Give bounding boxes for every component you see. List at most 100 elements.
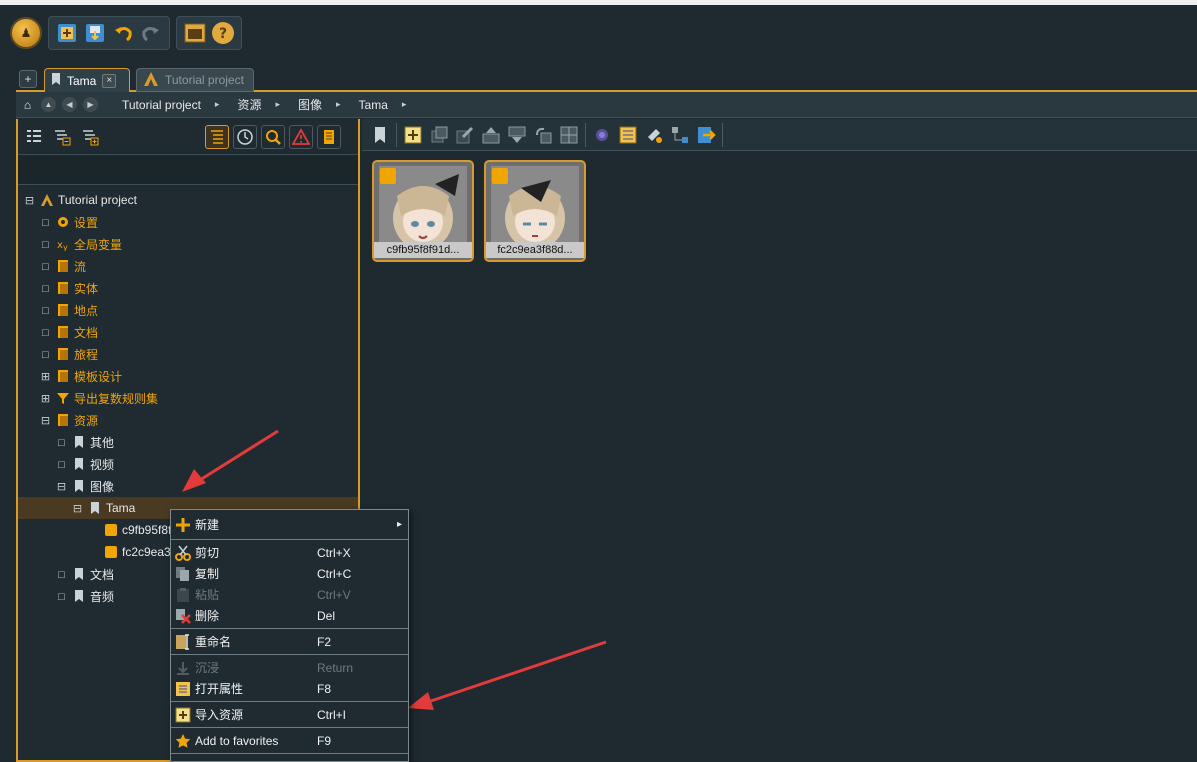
- tree-expander-icon[interactable]: ⊟: [24, 195, 35, 206]
- menu-item-add-to-favorites[interactable]: Add to favorites F9: [171, 730, 408, 751]
- tree-view-icon[interactable]: [205, 124, 229, 149]
- hierarchy-icon[interactable]: [670, 125, 690, 145]
- copy-asset-icon[interactable]: [429, 125, 449, 145]
- annotation-arrow: [182, 429, 279, 492]
- redo-icon[interactable]: [139, 21, 163, 45]
- tab-tutorial-project[interactable]: Tutorial project: [136, 68, 254, 92]
- tree-expander-icon[interactable]: □: [40, 261, 51, 272]
- tree-expander-icon[interactable]: □: [40, 217, 51, 228]
- new-project-icon[interactable]: [55, 21, 79, 45]
- menu-item-cut[interactable]: 剪切 Ctrl+X: [171, 542, 408, 563]
- template-icon: [56, 369, 70, 383]
- tree-expander-icon[interactable]: □: [40, 239, 51, 250]
- tree-expander-icon[interactable]: □: [56, 437, 67, 448]
- menu-shortcut: Ctrl+C: [317, 566, 352, 581]
- asset-thumbnail[interactable]: c9fb95f8f91d...: [372, 160, 474, 262]
- menu-shortcut: Ctrl+X: [317, 545, 351, 560]
- new-asset-icon[interactable]: [403, 125, 423, 145]
- tree-item[interactable]: □ 设置: [18, 211, 358, 233]
- paint-icon[interactable]: [644, 125, 664, 145]
- tree-expander-icon[interactable]: □: [40, 327, 51, 338]
- forward-icon[interactable]: ▶: [83, 97, 98, 112]
- menu-item-label: 剪切: [195, 546, 220, 560]
- save-icon[interactable]: [83, 21, 107, 45]
- menu-item-rename[interactable]: 重命名 F2: [171, 631, 408, 652]
- app-logo-icon[interactable]: ♟: [10, 17, 42, 49]
- tree-expander-icon[interactable]: □: [56, 591, 67, 602]
- breadcrumb-item[interactable]: 图像: [298, 96, 322, 113]
- tree-expander-icon[interactable]: □: [40, 305, 51, 316]
- grid-icon[interactable]: [559, 125, 579, 145]
- tree-expander-icon[interactable]: □: [56, 459, 67, 470]
- tree-expander-icon[interactable]: ⊟: [40, 415, 51, 426]
- move-up-icon[interactable]: [481, 125, 501, 145]
- collapse-all-icon[interactable]: [50, 125, 74, 149]
- breadcrumb-item[interactable]: 资源: [237, 96, 261, 113]
- tree-expander-icon[interactable]: □: [56, 569, 67, 580]
- svg-text:?: ?: [219, 26, 227, 42]
- entity-icon: [56, 281, 70, 295]
- tab-close-button[interactable]: ×: [102, 73, 117, 88]
- breadcrumb-separator[interactable]: ▸: [336, 99, 341, 110]
- navigator-filter-bar[interactable]: [18, 155, 358, 185]
- tree-item[interactable]: □ 实体: [18, 277, 358, 299]
- menu-item-copy[interactable]: 复制 Ctrl+C: [171, 563, 408, 584]
- tree-item[interactable]: □ 文档: [18, 321, 358, 343]
- back-icon[interactable]: ◀: [62, 97, 77, 112]
- tree-expander-icon[interactable]: ⊟: [56, 481, 67, 492]
- breadcrumb-item[interactable]: Tama: [359, 98, 388, 112]
- breadcrumb-separator[interactable]: ▸: [215, 99, 220, 110]
- up-icon[interactable]: ▲: [41, 97, 56, 112]
- tree-expander-icon[interactable]: □: [40, 349, 51, 360]
- tree-item[interactable]: □ x y 全局变量: [18, 233, 358, 255]
- tree-item[interactable]: ⊞ 导出复数规则集: [18, 387, 358, 409]
- tree-item[interactable]: ⊟ Tutorial project: [18, 189, 358, 211]
- import-icon: [175, 707, 191, 723]
- tab-tama[interactable]: Tama ×: [44, 68, 130, 92]
- tree-expander-icon[interactable]: ⊞: [40, 371, 51, 382]
- rotate-icon[interactable]: [533, 125, 553, 145]
- tree-item-label: 视频: [90, 457, 115, 472]
- bookmark-icon[interactable]: [370, 125, 390, 145]
- properties-icon[interactable]: [618, 125, 638, 145]
- tree-item[interactable]: □ 旅程: [18, 343, 358, 365]
- undo-icon[interactable]: [111, 21, 135, 45]
- new-tab-button[interactable]: +: [19, 70, 37, 88]
- edit-icon[interactable]: [455, 125, 475, 145]
- tree-expander-icon[interactable]: ⊞: [40, 393, 51, 404]
- menu-item-import-asset[interactable]: 导入资源 Ctrl+I: [171, 704, 408, 725]
- tree-item-label: 旅程: [74, 347, 99, 362]
- menu-item-delete[interactable]: 删除 Del: [171, 605, 408, 626]
- tree-expander-icon[interactable]: □: [40, 283, 51, 294]
- menu-separator: [171, 654, 408, 655]
- expand-all-icon[interactable]: [78, 125, 102, 149]
- breadcrumb-separator[interactable]: ▸: [402, 99, 407, 110]
- home-icon[interactable]: ⌂: [20, 97, 35, 112]
- breadcrumb-separator[interactable]: ▸: [275, 99, 280, 110]
- help-icon[interactable]: ?: [211, 21, 235, 45]
- journal-icon[interactable]: [317, 124, 341, 149]
- tree-item[interactable]: □ 流: [18, 255, 358, 277]
- menu-item-open-properties[interactable]: 打开属性 F8: [171, 678, 408, 699]
- content-toolbar: [362, 119, 1197, 151]
- asset-thumbnail[interactable]: fc2c9ea3f88d...: [484, 160, 586, 262]
- window-icon[interactable]: [183, 21, 207, 45]
- menu-item-label: 重命名: [195, 635, 232, 649]
- submenu-arrow-icon: ▸: [397, 519, 403, 530]
- warning-icon[interactable]: [289, 124, 313, 149]
- menu-item-immerse[interactable]: 沉浸 Return: [171, 657, 408, 678]
- list-view-icon[interactable]: [22, 125, 46, 149]
- menu-item-new[interactable]: 新建 ▸: [171, 514, 408, 535]
- history-icon[interactable]: [233, 124, 257, 149]
- export-icon[interactable]: [696, 125, 716, 145]
- tree-item[interactable]: ⊞ 模板设计: [18, 365, 358, 387]
- search-icon[interactable]: [261, 124, 285, 149]
- move-down-icon[interactable]: [507, 125, 527, 145]
- breadcrumb-item[interactable]: Tutorial project: [122, 98, 201, 112]
- menu-item-label: 删除: [195, 609, 220, 623]
- tree-expander-icon[interactable]: ⊟: [72, 503, 83, 514]
- menu-shortcut: Return: [317, 660, 354, 675]
- link-icon[interactable]: [592, 125, 612, 145]
- tree-item[interactable]: □ 地点: [18, 299, 358, 321]
- menu-item-paste[interactable]: 粘贴 Ctrl+V: [171, 584, 408, 605]
